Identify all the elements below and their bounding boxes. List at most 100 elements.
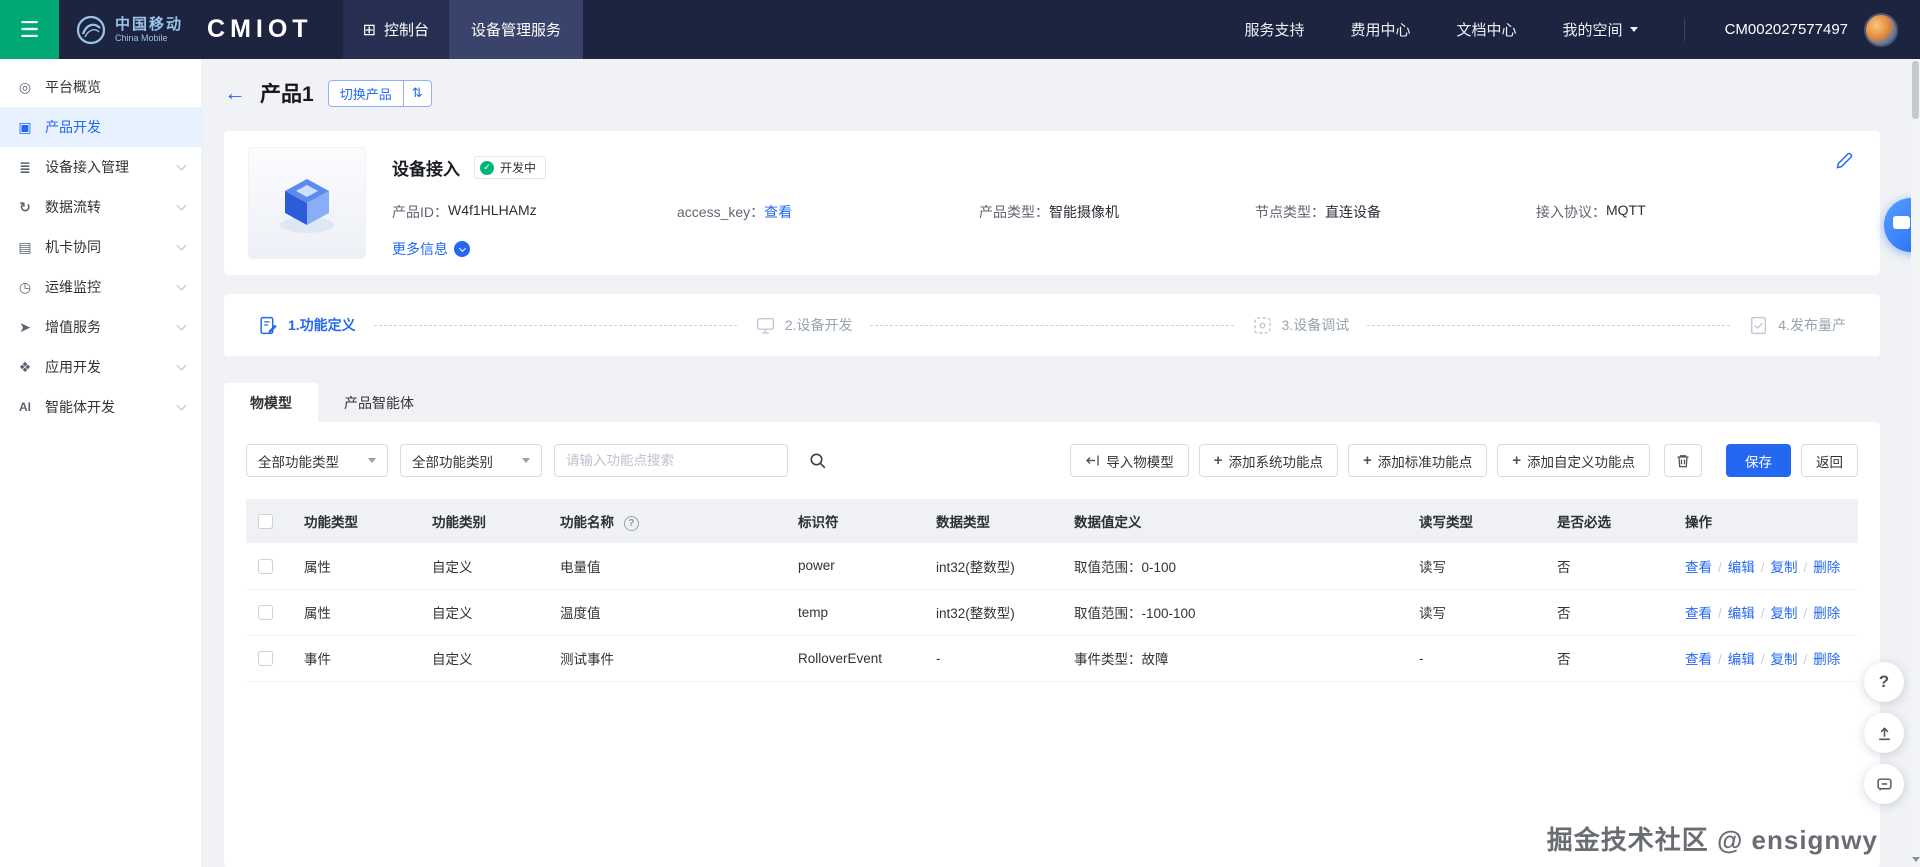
refresh-icon: ↻: [19, 198, 31, 215]
sidebar-item-platform-overview[interactable]: ◎ 平台概览: [0, 67, 201, 107]
cell-rw: 读写: [1419, 606, 1446, 621]
step-function-definition[interactable]: 1.功能定义: [258, 315, 356, 336]
sidebar: ◎ 平台概览 ▣ 产品开发 ≣ 设备接入管理 ↻ 数据流转 ▤ 机卡协同 ◷ 运…: [0, 59, 202, 867]
row-checkbox[interactable]: [258, 604, 273, 620]
column-header: 标识符: [798, 515, 839, 530]
nav-docs-center[interactable]: 文档中心: [1457, 19, 1517, 40]
cell-data-type: int32(整数型): [936, 606, 1015, 621]
switch-product-label: 切换产品: [339, 86, 392, 102]
cell-value-def: 取值范围：-100-100: [1074, 606, 1196, 621]
search-input[interactable]: [554, 444, 788, 477]
step-connector: [1367, 324, 1731, 326]
save-button[interactable]: 保存: [1726, 444, 1791, 477]
sidebar-item-data-flow[interactable]: ↻ 数据流转: [0, 187, 201, 227]
copy-link[interactable]: 复制: [1771, 560, 1798, 575]
caret-down-icon: [522, 458, 530, 463]
cell-type: 属性: [304, 559, 331, 575]
edit-link[interactable]: 编辑: [1728, 560, 1755, 575]
feedback-float-button[interactable]: [1864, 713, 1904, 753]
trash-icon: [1677, 454, 1689, 467]
edit-link[interactable]: 编辑: [1728, 652, 1755, 667]
function-type-select[interactable]: 全部功能类型: [246, 444, 388, 477]
view-link[interactable]: 查看: [1685, 606, 1712, 621]
cell-name: 测试事件: [560, 652, 614, 667]
back-arrow-icon[interactable]: ←: [224, 82, 246, 104]
service-tab-device-management[interactable]: 设备管理服务: [448, 0, 583, 59]
sidebar-item-app-development[interactable]: ❖ 应用开发: [0, 347, 201, 387]
sidebar-item-sim-card-collaboration[interactable]: ▤ 机卡协同: [0, 227, 201, 267]
scrollbar-thumb[interactable]: [1912, 61, 1919, 119]
scroll-down-arrow-icon[interactable]: [1911, 857, 1920, 862]
search-icon: [810, 453, 826, 468]
step-connector: [870, 324, 1234, 326]
clock-icon: ◷: [18, 278, 32, 295]
sidebar-item-value-added-services[interactable]: ➤ 增值服务: [0, 307, 201, 347]
message-float-button[interactable]: [1864, 764, 1904, 804]
delete-link[interactable]: 删除: [1813, 606, 1840, 621]
app-icon: ❖: [18, 358, 32, 375]
workflow-steps: 1.功能定义 2.设备开发 3.设备调试 4.发布量产: [224, 294, 1880, 356]
nav-billing-center[interactable]: 费用中心: [1351, 19, 1411, 40]
console-grid-icon: ⊞: [362, 21, 376, 39]
chevron-down-icon: [176, 320, 187, 330]
edit-link[interactable]: 编辑: [1728, 606, 1755, 621]
field-label: 产品ID：: [392, 204, 448, 220]
sidebar-item-ops-monitoring[interactable]: ◷ 运维监控: [0, 267, 201, 307]
view-access-key-link[interactable]: 查看: [764, 202, 792, 222]
edit-pencil-icon[interactable]: [1835, 151, 1854, 173]
step-device-debugging[interactable]: 3.设备调试: [1252, 315, 1349, 336]
search-button[interactable]: [800, 444, 836, 477]
access-key-field: access_key： 查看: [677, 202, 979, 222]
add-standard-point-button[interactable]: + 添加标准功能点: [1347, 444, 1488, 477]
sidebar-item-label: 数据流转: [45, 199, 101, 215]
help-icon[interactable]: ?: [623, 515, 639, 531]
sidebar-item-ai-agent-development[interactable]: AI 智能体开发: [0, 387, 201, 427]
publish-check-icon: [1751, 316, 1767, 334]
tab-product-agent[interactable]: 产品智能体: [318, 383, 440, 422]
chevron-down-circle-icon[interactable]: [454, 241, 470, 257]
account-id[interactable]: CM002027577497: [1725, 21, 1848, 38]
column-header: 功能类型: [304, 515, 358, 530]
delete-link[interactable]: 删除: [1813, 652, 1840, 667]
hamburger-menu-button[interactable]: ☰: [0, 0, 59, 59]
nav-my-space[interactable]: 我的空间: [1563, 19, 1638, 40]
more-info-row: 更多信息: [392, 239, 1856, 259]
chevron-down-icon: [176, 240, 187, 250]
row-checkbox[interactable]: [258, 558, 273, 574]
step-connector: [373, 324, 737, 326]
china-mobile-logo-text: 中国移动 China Mobile: [115, 16, 183, 44]
select-value: 全部功能类别: [412, 454, 493, 470]
copy-link[interactable]: 复制: [1771, 606, 1798, 621]
page-title: 产品1: [260, 83, 314, 106]
row-checkbox[interactable]: [258, 650, 273, 666]
divider: /: [1803, 606, 1808, 621]
step-device-development[interactable]: 2.设备开发: [755, 315, 852, 336]
step-release-mass-production[interactable]: 4.发布量产: [1748, 315, 1846, 336]
console-tab[interactable]: ⊞ 控制台: [342, 0, 449, 59]
avatar[interactable]: [1864, 12, 1898, 47]
copy-link[interactable]: 复制: [1771, 652, 1798, 667]
sidebar-item-device-access-management[interactable]: ≣ 设备接入管理: [0, 147, 201, 187]
china-mobile-logo-icon: [76, 15, 106, 44]
view-link[interactable]: 查看: [1685, 652, 1712, 667]
delete-selected-button[interactable]: [1664, 444, 1702, 477]
more-info-link[interactable]: 更多信息: [392, 239, 448, 259]
switch-product-button[interactable]: 切换产品 ⇅: [327, 79, 432, 107]
scrollbar[interactable]: [1911, 59, 1920, 867]
nav-service-support[interactable]: 服务支持: [1245, 19, 1305, 40]
tab-thing-model[interactable]: 物模型: [224, 383, 318, 422]
help-float-button[interactable]: ?: [1864, 662, 1904, 702]
select-all-checkbox[interactable]: [258, 513, 273, 529]
view-link[interactable]: 查看: [1685, 560, 1712, 575]
tab-label: 物模型: [250, 394, 292, 411]
add-system-point-button[interactable]: + 添加系统功能点: [1198, 444, 1338, 477]
sidebar-item-product-development[interactable]: ▣ 产品开发: [0, 107, 201, 147]
import-thing-model-button[interactable]: 导入物模型: [1070, 444, 1189, 477]
function-category-select[interactable]: 全部功能类别: [400, 444, 542, 477]
back-button[interactable]: 返回: [1801, 444, 1858, 477]
add-custom-point-button[interactable]: + 添加自定义功能点: [1497, 444, 1650, 477]
layout: ◎ 平台概览 ▣ 产品开发 ≣ 设备接入管理 ↻ 数据流转 ▤ 机卡协同 ◷ 运…: [0, 59, 1920, 867]
sidebar-item-label: 平台概览: [45, 79, 101, 95]
status-check-icon: ✓: [480, 160, 494, 175]
delete-link[interactable]: 删除: [1813, 560, 1840, 575]
